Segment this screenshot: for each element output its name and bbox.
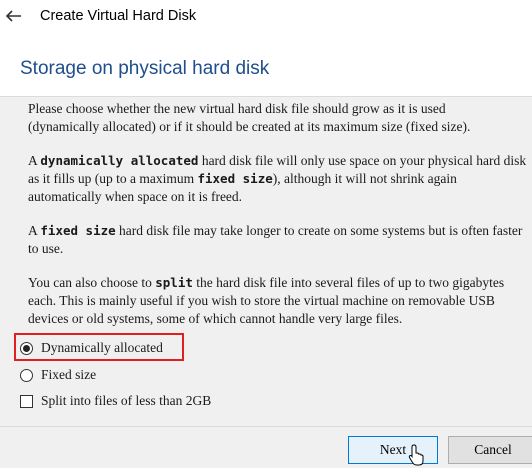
dynamically-allocated-radio-option[interactable]: Dynamically allocated <box>20 340 163 356</box>
split-text-a: You can also choose to <box>28 275 156 290</box>
split-files-checkbox[interactable] <box>20 394 33 408</box>
split-files-checkbox-option[interactable]: Split into files of less than 2GB <box>20 393 211 409</box>
dynamically-allocated-label[interactable]: Dynamically allocated <box>41 340 163 356</box>
cancel-button[interactable]: Cancel <box>448 436 532 464</box>
intro-line-2: (dynamically allocated) or if it should … <box>28 119 471 134</box>
split-description: You can also choose to split the hard di… <box>28 274 504 328</box>
next-button[interactable]: Next <box>348 436 438 464</box>
split-bold-term: split <box>155 275 193 290</box>
dynamic-line2-b: ), although it will not shrink again <box>272 171 457 186</box>
fixed-line2: to use. <box>28 241 64 256</box>
dynamic-description: A dynamically allocated hard disk file w… <box>28 152 526 206</box>
window-title: Create Virtual Hard Disk <box>40 8 197 24</box>
wizard-header: Storage on physical hard disk <box>0 36 532 97</box>
dynamic-text-b: hard disk file will only use space on yo… <box>198 153 527 168</box>
fixed-bold-term: fixed size <box>40 223 116 238</box>
page-title: Storage on physical hard disk <box>20 58 270 79</box>
fixed-text-a: A <box>28 223 41 238</box>
fixed-description: A fixed size hard disk file may take lon… <box>28 222 522 258</box>
fixed-text-b: hard disk file may take longer to create… <box>115 223 523 238</box>
dynamic-line2-a: as it fills up (up to a maximum <box>28 171 198 186</box>
split-line2: each. This is mainly useful if you wish … <box>28 293 495 308</box>
dynamic-bold-fixed: fixed size <box>197 171 273 186</box>
fixed-size-radio-option[interactable]: Fixed size <box>20 367 96 383</box>
split-text-b: the hard disk file into several files of… <box>192 275 505 290</box>
split-line3: devices or old systems, some of which ca… <box>28 311 403 326</box>
fixed-size-label[interactable]: Fixed size <box>41 367 96 383</box>
intro-paragraph: Please choose whether the new virtual ha… <box>28 100 470 136</box>
intro-line-1: Please choose whether the new virtual ha… <box>28 101 446 116</box>
split-files-label[interactable]: Split into files of less than 2GB <box>41 393 211 409</box>
dynamic-line3: automatically when space on it is freed. <box>28 189 243 204</box>
dynamically-allocated-radio[interactable] <box>20 341 33 355</box>
fixed-size-radio[interactable] <box>20 368 33 382</box>
title-bar: Create Virtual Hard Disk <box>0 0 532 36</box>
back-arrow-icon[interactable] <box>4 8 22 24</box>
dynamic-bold-term: dynamically allocated <box>40 153 199 168</box>
dynamic-text-a: A <box>28 153 41 168</box>
